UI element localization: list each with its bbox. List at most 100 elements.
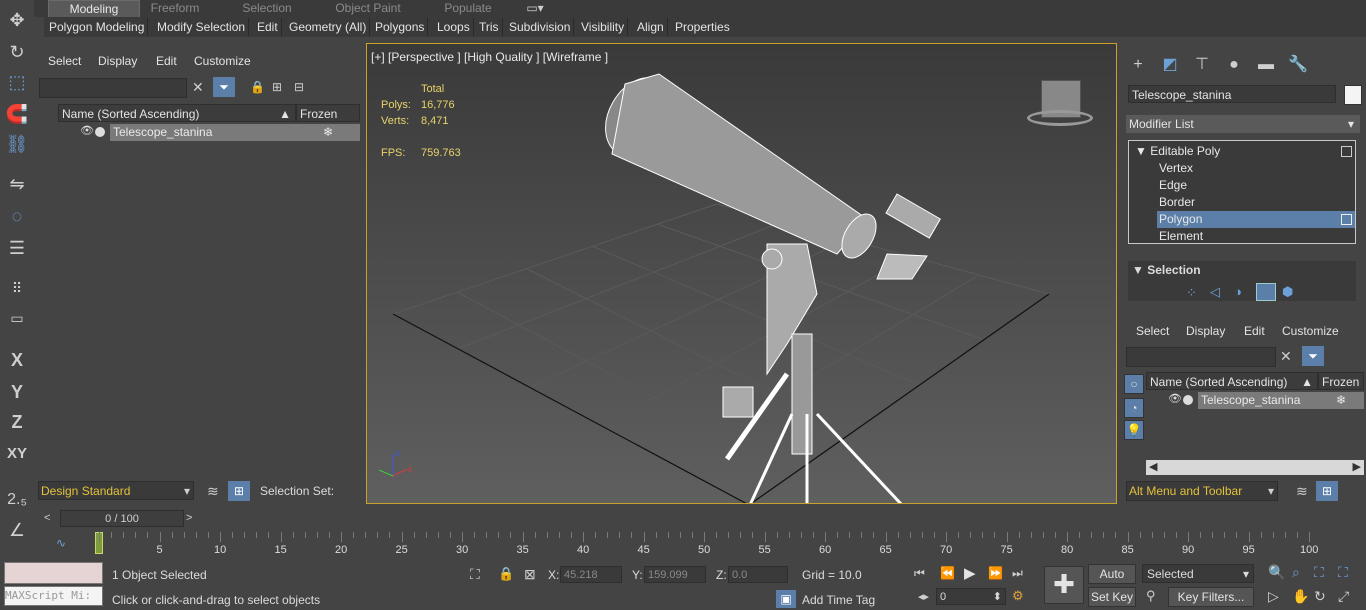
tab-modeling[interactable]: Modeling: [48, 0, 140, 17]
key-mode-dropdown[interactable]: Selected ▾: [1142, 564, 1254, 583]
zoom-extents-all-icon[interactable]: ⛶: [1338, 564, 1348, 581]
auto-key-button[interactable]: Auto Key: [1088, 564, 1136, 599]
x-coordinate-field[interactable]: 45.218: [560, 566, 622, 583]
ribbon-options-icon[interactable]: ▭▾: [520, 0, 550, 17]
tab-freeform[interactable]: Freeform: [140, 0, 210, 17]
absolute-mode-icon[interactable]: ⊠: [524, 566, 536, 583]
snap-icon[interactable]: 🧲: [4, 102, 30, 126]
maximize-viewport-icon[interactable]: ⤢: [1338, 588, 1349, 605]
explorer-search-input[interactable]: [39, 78, 187, 98]
hierarchy-tab-icon[interactable]: ⊤: [1191, 55, 1213, 75]
border-mode-icon[interactable]: ◑: [1234, 284, 1242, 299]
object-name-field[interactable]: Telescope_stanina: [1128, 85, 1336, 103]
fov-icon[interactable]: ▷: [1268, 588, 1279, 605]
select-region-icon[interactable]: ⬚: [4, 70, 30, 94]
ribbon-geometry-all[interactable]: Geometry (All): [286, 18, 371, 36]
prev-frame-icon[interactable]: ⏪: [940, 566, 955, 580]
filter-icon[interactable]: ⏷: [213, 77, 235, 97]
modifier-list-dropdown[interactable]: Modifier List ▾: [1126, 115, 1360, 133]
ribbon-polygons[interactable]: Polygons: [372, 18, 429, 36]
frozen-cell-icon[interactable]: ❄: [296, 124, 360, 141]
explorer-menu-select[interactable]: Select: [48, 54, 81, 68]
layer-stack-icon[interactable]: ≋: [207, 483, 219, 500]
zoom-icon[interactable]: 🔍: [1268, 564, 1285, 581]
hierarchy-icon[interactable]: ⊞: [272, 80, 282, 94]
mirror-icon[interactable]: ⇋: [4, 172, 30, 196]
edge-mode-icon[interactable]: ◁: [1210, 284, 1220, 300]
clear-search-icon[interactable]: ✕: [192, 79, 204, 96]
visibility-eye-icon[interactable]: 👁: [1168, 392, 1182, 405]
stack-item-vertex[interactable]: Vertex: [1159, 160, 1193, 177]
time-config-icon[interactable]: ⚙: [1012, 588, 1024, 604]
scroll-left-icon[interactable]: ◀: [1149, 460, 1157, 473]
key-mode-icon[interactable]: ◂▸: [918, 590, 929, 603]
stack-item-polygon[interactable]: Polygon: [1157, 211, 1355, 228]
key-filters-button[interactable]: Key Filters...: [1168, 587, 1254, 607]
snap-25-icon[interactable]: 2.₅: [4, 488, 30, 512]
goto-start-icon[interactable]: ⏮: [914, 566, 925, 581]
layer-dropdown[interactable]: Design Standard ▾: [38, 481, 194, 500]
rotate-icon[interactable]: ↻: [4, 40, 30, 64]
clear-search-icon[interactable]: ✕: [1280, 348, 1292, 365]
ribbon-edit[interactable]: Edit: [254, 18, 282, 36]
hierarchy-mode-icon[interactable]: ⊞: [1316, 481, 1338, 501]
explorer-menu-customize[interactable]: Customize: [194, 54, 251, 68]
axis-y-icon[interactable]: Y: [4, 380, 30, 404]
add-time-tag-button[interactable]: Add Time Tag: [802, 593, 875, 607]
curve-editor-icon[interactable]: ∿: [56, 536, 66, 550]
element-mode-icon[interactable]: ⬢: [1282, 284, 1293, 300]
time-prev-icon[interactable]: <: [44, 512, 50, 524]
move-icon[interactable]: ✥: [4, 8, 30, 32]
lock-icon[interactable]: 🔒: [250, 80, 265, 94]
goto-end-icon[interactable]: ⏭: [1012, 566, 1023, 581]
ribbon-tris[interactable]: Tris: [476, 18, 503, 36]
ribbon-align[interactable]: Align: [634, 18, 668, 36]
create-tab-icon[interactable]: +: [1127, 55, 1149, 75]
frozen-cell-icon[interactable]: ❄: [1318, 392, 1364, 409]
column-frozen-header[interactable]: Frozen: [296, 104, 360, 122]
explorer-menu-display[interactable]: Display: [1186, 324, 1225, 338]
ribbon-modify-selection[interactable]: Modify Selection: [154, 18, 250, 36]
explorer-menu-edit[interactable]: Edit: [156, 54, 177, 68]
axis-x-icon[interactable]: X: [4, 348, 30, 372]
selection-lock-icon[interactable]: 🔒: [498, 566, 514, 582]
align-icon[interactable]: ☰: [4, 236, 30, 260]
tab-object-paint[interactable]: Object Paint: [325, 0, 411, 17]
time-slider[interactable]: 0 / 100: [60, 510, 184, 527]
vertex-mode-icon[interactable]: ⁘: [1186, 285, 1197, 301]
stack-toggle-icon[interactable]: [1341, 214, 1352, 225]
key-filter-icon[interactable]: ⚲: [1146, 588, 1156, 604]
table-row[interactable]: Telescope_stanina: [110, 124, 296, 141]
stack-item-edge[interactable]: Edge: [1159, 177, 1187, 194]
zoom-all-icon[interactable]: ⌕: [1292, 564, 1300, 581]
column-frozen-header[interactable]: Frozen: [1318, 372, 1364, 390]
explorer-search-input[interactable]: [1126, 347, 1276, 367]
explorer-menu-select[interactable]: Select: [1136, 324, 1169, 338]
ribbon-loops[interactable]: Loops: [434, 18, 474, 36]
tab-selection[interactable]: Selection: [230, 0, 304, 17]
explorer-menu-edit[interactable]: Edit: [1244, 324, 1265, 338]
modify-tab-icon[interactable]: ◩: [1159, 55, 1181, 75]
geometry-filter-icon[interactable]: ○: [1124, 374, 1144, 394]
pan-icon[interactable]: ✋: [1292, 588, 1309, 605]
timeline-track[interactable]: 5 10 15 20 25 30 35 40 45 50 55 60 65 70 75 80 85 90 95 100: [76, 530, 1366, 556]
menu-toolbar-dropdown[interactable]: Alt Menu and Toolbar ▾: [1126, 481, 1278, 501]
selection-rollout-title[interactable]: ▼ Selection: [1132, 263, 1201, 277]
filter-icon[interactable]: ⏷: [1302, 346, 1324, 366]
z-coordinate-field[interactable]: 0.0: [728, 566, 788, 583]
visibility-eye-icon[interactable]: 👁: [80, 124, 94, 137]
axis-z-icon[interactable]: Z: [4, 410, 30, 434]
layer-stack-icon[interactable]: ≋: [1296, 483, 1308, 500]
ribbon-visibility[interactable]: Visibility: [578, 18, 629, 36]
horizontal-scrollbar[interactable]: ◀ ▶: [1146, 460, 1364, 475]
set-key-big-button[interactable]: ✚: [1044, 566, 1084, 604]
polygon-mode-icon[interactable]: [1256, 283, 1276, 301]
ribbon-subdivision[interactable]: Subdivision: [506, 18, 575, 36]
orbit-icon[interactable]: ↻: [1314, 588, 1326, 605]
next-frame-icon[interactable]: ⏩: [988, 566, 1003, 580]
angle-snap-icon[interactable]: ∠: [4, 518, 30, 542]
explorer-menu-display[interactable]: Display: [98, 54, 137, 68]
axis-xy-icon[interactable]: XY: [4, 442, 30, 466]
viewcube-icon[interactable]: [1027, 80, 1097, 130]
lights-filter-icon[interactable]: 💡: [1124, 420, 1144, 440]
